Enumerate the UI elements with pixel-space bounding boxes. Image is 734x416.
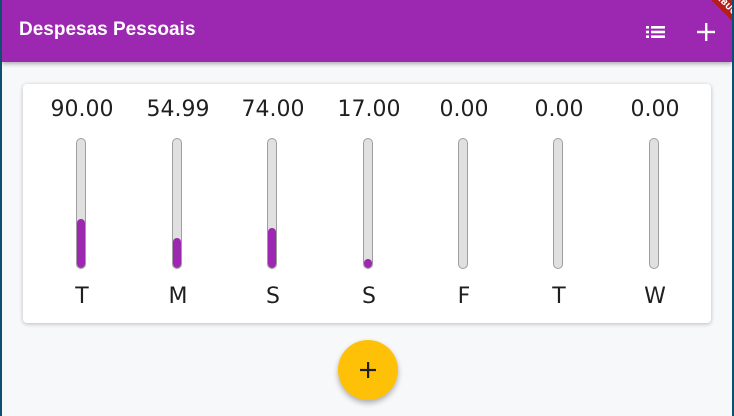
app-bar: Despesas Pessoais DEBUG	[2, 0, 732, 62]
bar-track	[553, 138, 563, 269]
list-button[interactable]	[643, 19, 669, 45]
chart-bar-column: 0.00 T	[529, 84, 589, 323]
bar-day-label: W	[644, 284, 666, 309]
bar-day-label: F	[457, 284, 471, 309]
bar-fill	[173, 238, 181, 268]
bar-track	[649, 138, 659, 269]
app-screen: Despesas Pessoais DEBUG 90.00 T 54.99 M …	[2, 0, 732, 416]
chart-bar-column: 0.00 W	[625, 84, 685, 323]
app-title: Despesas Pessoais	[19, 19, 196, 40]
bar-track	[76, 138, 86, 269]
bar-day-label: S	[362, 284, 376, 309]
chart-bar-column: 0.00 F	[434, 84, 494, 323]
add-icon	[697, 23, 715, 41]
bar-amount: 90.00	[50, 97, 114, 122]
bar-amount: 0.00	[630, 97, 680, 122]
bar-day-label: T	[75, 284, 89, 309]
bar-track	[363, 138, 373, 269]
bar-amount: 74.00	[241, 97, 305, 122]
bar-amount: 0.00	[439, 97, 489, 122]
add-transaction-fab[interactable]	[338, 340, 398, 400]
chart-bar-column: 90.00 T	[51, 84, 114, 323]
bar-day-label: T	[552, 284, 566, 309]
list-icon	[646, 26, 665, 38]
weekly-chart-card: 90.00 T 54.99 M 74.00 S 17.00 S 0.00 F 0…	[23, 84, 711, 323]
bar-fill	[77, 218, 85, 268]
bar-day-label: S	[266, 284, 280, 309]
chart-bar-column: 54.99 M	[147, 84, 210, 323]
bar-fill	[364, 258, 372, 268]
chart-bar-column: 74.00 S	[242, 84, 305, 323]
bar-track	[172, 138, 182, 269]
bar-amount: 17.00	[337, 97, 401, 122]
bar-amount: 0.00	[534, 97, 584, 122]
chart-bar-column: 17.00 S	[338, 84, 401, 323]
bar-track	[458, 138, 468, 269]
bar-day-label: M	[168, 284, 188, 309]
add-transaction-button[interactable]	[693, 19, 719, 45]
bar-amount: 54.99	[146, 97, 210, 122]
add-icon	[360, 362, 376, 378]
bar-track	[267, 138, 277, 269]
bar-fill	[268, 228, 276, 268]
